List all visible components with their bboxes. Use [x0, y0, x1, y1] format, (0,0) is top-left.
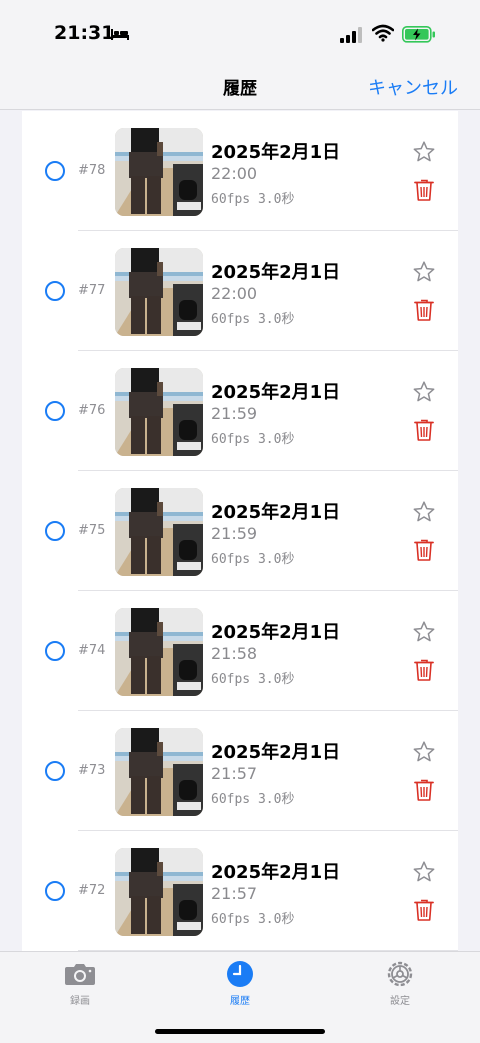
trash-icon[interactable] — [414, 418, 434, 442]
status-bar: 21:31 — [0, 0, 480, 62]
item-index: #75 — [78, 523, 106, 538]
tab-history-label: 履歴 — [230, 996, 250, 1007]
list-item[interactable]: #73 2025年2月1日 21:57 60fps 3.0秒 — [22, 711, 458, 831]
select-checkbox[interactable] — [45, 521, 65, 541]
sleep-focus-icon — [111, 29, 129, 40]
tab-record-label: 録画 — [70, 996, 90, 1007]
item-time: 21:59 — [211, 404, 258, 423]
select-checkbox[interactable] — [45, 761, 65, 781]
tab-history[interactable]: 履歴 — [200, 960, 280, 1007]
item-time: 21:57 — [211, 884, 258, 903]
item-date: 2025年2月1日 — [211, 382, 341, 403]
select-checkbox[interactable] — [45, 881, 65, 901]
item-meta: 60fps 3.0秒 — [211, 432, 295, 447]
trash-icon[interactable] — [414, 538, 434, 562]
trash-icon[interactable] — [414, 298, 434, 322]
tab-settings-label: 設定 — [390, 996, 410, 1007]
select-checkbox[interactable] — [45, 281, 65, 301]
tab-record[interactable]: 録画 — [40, 960, 120, 1007]
item-meta: 60fps 3.0秒 — [211, 792, 295, 807]
item-date: 2025年2月1日 — [211, 862, 341, 883]
star-icon[interactable] — [412, 140, 436, 164]
cellular-signal-icon — [340, 27, 362, 43]
video-thumbnail-image — [115, 128, 203, 216]
status-time: 21:31 — [54, 22, 115, 44]
item-meta: 60fps 3.0秒 — [211, 552, 295, 567]
battery-charging-icon — [402, 26, 435, 43]
star-icon[interactable] — [412, 500, 436, 524]
list-item[interactable]: #77 2025年2月1日 22:00 60fps 3.0秒 — [22, 231, 458, 351]
item-meta: 60fps 3.0秒 — [211, 912, 295, 927]
video-thumbnail[interactable] — [115, 848, 203, 936]
list-item[interactable]: #72 2025年2月1日 21:57 60fps 3.0秒 — [22, 831, 458, 951]
video-thumbnail[interactable] — [115, 608, 203, 696]
video-thumbnail-image — [115, 368, 203, 456]
list-item[interactable]: #76 2025年2月1日 21:59 60fps 3.0秒 — [22, 351, 458, 471]
history-list: #78 2025年2月1日 22:00 60fps 3.0秒 #77 2025年… — [22, 111, 458, 951]
star-icon[interactable] — [412, 620, 436, 644]
select-checkbox[interactable] — [45, 401, 65, 421]
trash-icon[interactable] — [414, 178, 434, 202]
item-index: #77 — [78, 283, 106, 298]
list-item[interactable]: #75 2025年2月1日 21:59 60fps 3.0秒 — [22, 471, 458, 591]
tab-settings[interactable]: 設定 — [360, 960, 440, 1007]
cancel-button[interactable]: キャンセル — [368, 74, 458, 100]
video-thumbnail[interactable] — [115, 488, 203, 576]
camera-icon — [65, 964, 95, 985]
video-thumbnail-image — [115, 608, 203, 696]
item-index: #72 — [78, 883, 106, 898]
select-checkbox[interactable] — [45, 161, 65, 181]
item-time: 21:59 — [211, 524, 258, 543]
item-index: #73 — [78, 763, 106, 778]
trash-icon[interactable] — [414, 658, 434, 682]
item-index: #76 — [78, 403, 106, 418]
video-thumbnail-image — [115, 488, 203, 576]
video-thumbnail[interactable] — [115, 368, 203, 456]
item-date: 2025年2月1日 — [211, 502, 341, 523]
star-icon[interactable] — [412, 260, 436, 284]
video-thumbnail[interactable] — [115, 128, 203, 216]
list-item[interactable]: #78 2025年2月1日 22:00 60fps 3.0秒 — [22, 111, 458, 231]
video-thumbnail-image — [115, 848, 203, 936]
item-index: #78 — [78, 163, 106, 178]
list-item[interactable]: #74 2025年2月1日 21:58 60fps 3.0秒 — [22, 591, 458, 711]
trash-icon[interactable] — [414, 778, 434, 802]
star-icon[interactable] — [412, 740, 436, 764]
video-thumbnail[interactable] — [115, 248, 203, 336]
wifi-icon — [372, 24, 394, 42]
item-time: 22:00 — [211, 164, 258, 183]
home-indicator — [155, 1029, 325, 1034]
item-date: 2025年2月1日 — [211, 262, 341, 283]
navigation-bar: 履歴 キャンセル — [0, 62, 480, 110]
item-time: 22:00 — [211, 284, 258, 303]
item-meta: 60fps 3.0秒 — [211, 672, 295, 687]
item-time: 21:57 — [211, 764, 258, 783]
video-thumbnail[interactable] — [115, 728, 203, 816]
item-time: 21:58 — [211, 644, 258, 663]
item-date: 2025年2月1日 — [211, 142, 341, 163]
video-thumbnail-image — [115, 248, 203, 336]
clock-icon — [227, 961, 253, 987]
star-icon[interactable] — [412, 860, 436, 884]
item-meta: 60fps 3.0秒 — [211, 312, 295, 327]
video-thumbnail-image — [115, 728, 203, 816]
select-checkbox[interactable] — [45, 641, 65, 661]
star-icon[interactable] — [412, 380, 436, 404]
item-index: #74 — [78, 643, 106, 658]
item-date: 2025年2月1日 — [211, 742, 341, 763]
trash-icon[interactable] — [414, 898, 434, 922]
item-meta: 60fps 3.0秒 — [211, 192, 295, 207]
gear-icon — [387, 961, 413, 987]
item-date: 2025年2月1日 — [211, 622, 341, 643]
